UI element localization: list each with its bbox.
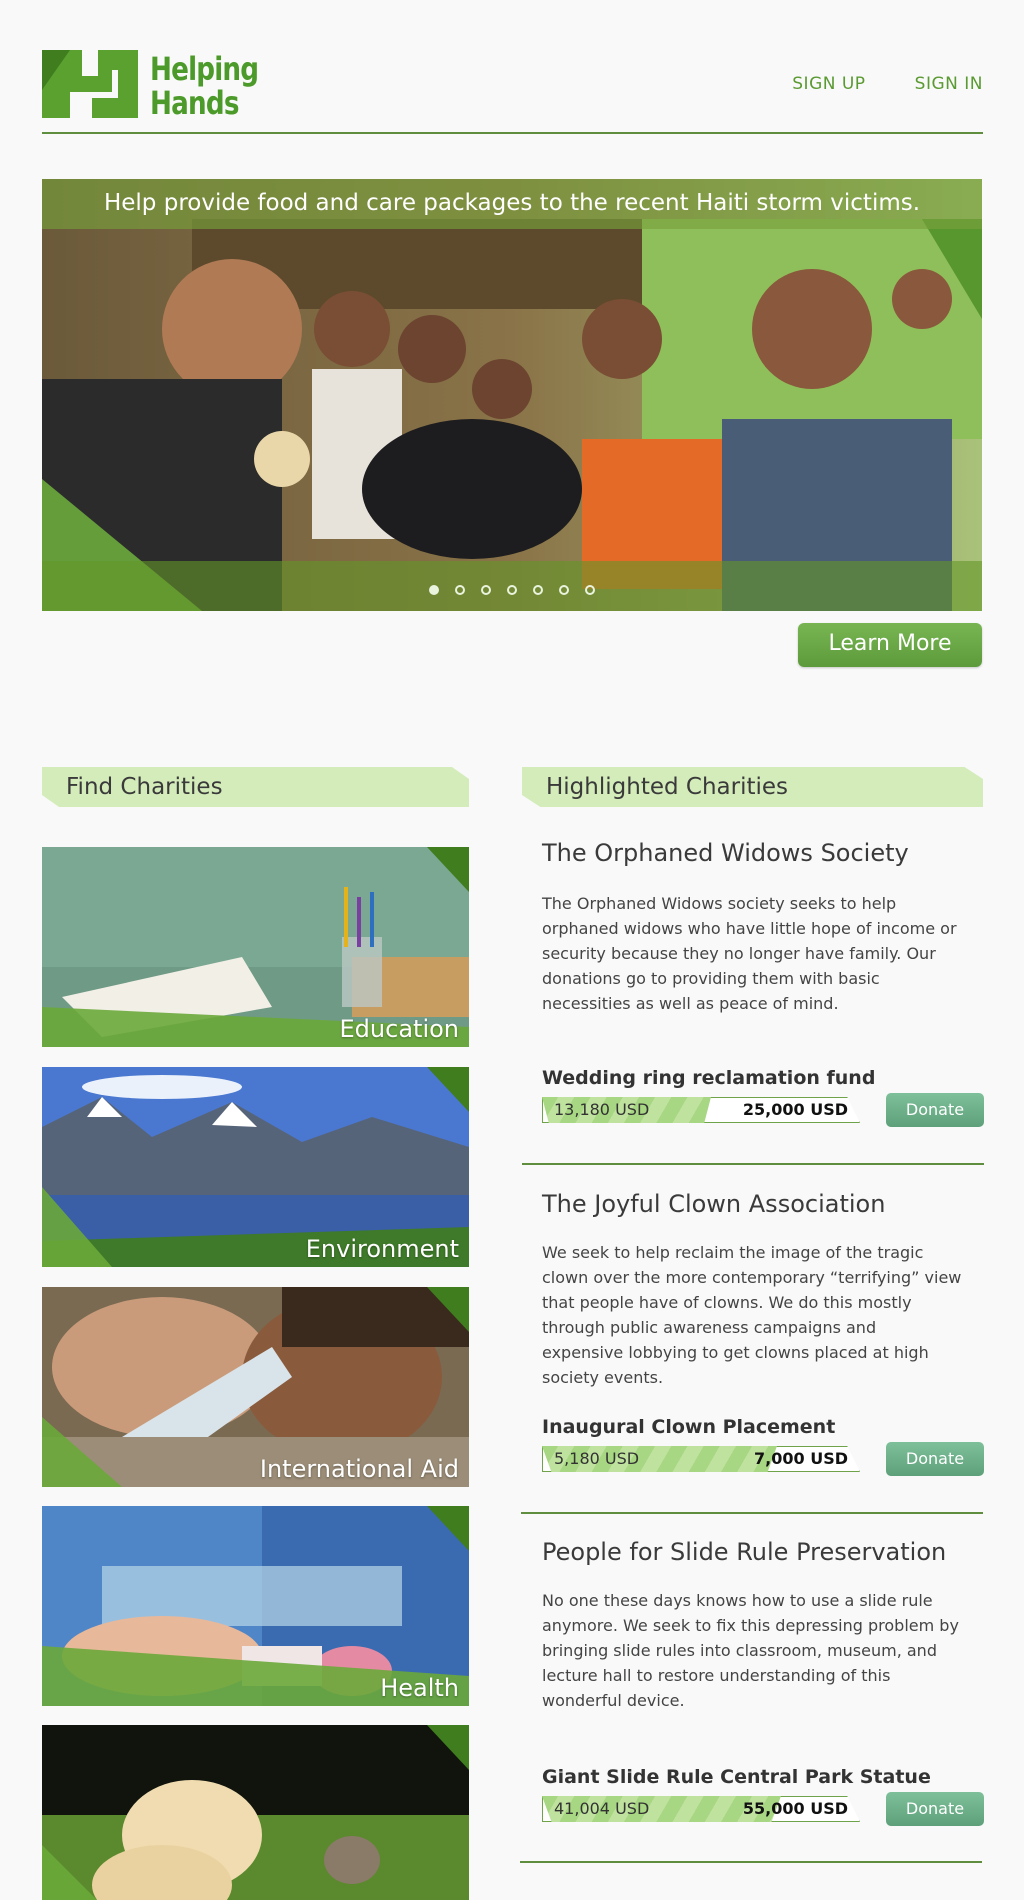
donate-button[interactable]: Donate — [886, 1442, 984, 1476]
carousel-dot[interactable] — [533, 585, 543, 595]
fund-name: Inaugural Clown Placement — [542, 1416, 836, 1438]
learn-more-button[interactable]: Learn More — [798, 623, 982, 667]
carousel-dot[interactable] — [559, 585, 569, 595]
fund-progress-bar: 41,004 USD 55,000 USD — [542, 1796, 860, 1822]
category-label: International Aid — [259, 1455, 459, 1483]
charity-description: The Orphaned Widows society seeks to hel… — [542, 894, 957, 1013]
category-label: Environment — [305, 1235, 459, 1263]
goal-amount: 25,000 USD — [742, 1100, 848, 1119]
category-tile-international-aid[interactable]: International Aid — [42, 1287, 469, 1487]
hero-carousel[interactable]: Help provide food and care packages to t… — [42, 179, 982, 611]
donate-button[interactable]: Donate — [886, 1792, 984, 1826]
charity-card: The Joyful Clown Association We seek to … — [522, 1186, 984, 1506]
logo-line-1: Helping — [150, 50, 259, 88]
logo[interactable]: Helping Hands — [42, 50, 259, 122]
charity-divider — [521, 1512, 983, 1514]
hero-caption: Help provide food and care packages to t… — [42, 179, 982, 229]
category-label: Education — [339, 1015, 459, 1043]
fund-progress-bar: 5,180 USD 7,000 USD — [542, 1446, 860, 1472]
hero-image — [42, 179, 982, 611]
carousel-dot[interactable] — [429, 585, 439, 595]
fund-progress-bar: 13,180 USD 25,000 USD — [542, 1097, 860, 1123]
category-label: Health — [380, 1674, 459, 1702]
donate-button[interactable]: Donate — [886, 1093, 984, 1127]
fund-name: Wedding ring reclamation fund — [542, 1067, 876, 1089]
raised-amount: 5,180 USD — [554, 1449, 640, 1468]
charity-card: People for Slide Rule Preservation No on… — [522, 1534, 984, 1854]
charity-title[interactable]: The Joyful Clown Association — [542, 1190, 885, 1218]
goal-amount: 7,000 USD — [754, 1449, 848, 1468]
charity-title[interactable]: People for Slide Rule Preservation — [542, 1538, 946, 1566]
charity-divider — [520, 1861, 982, 1863]
charity-description: We seek to help reclaim the image of the… — [542, 1243, 962, 1387]
site-header: Helping Hands SIGN UP SIGN IN — [42, 40, 983, 134]
goal-amount: 55,000 USD — [742, 1799, 848, 1818]
sign-in-link[interactable]: SIGN IN — [915, 74, 983, 94]
charity-card: The Orphaned Widows Society The Orphaned… — [522, 835, 984, 1165]
top-nav: SIGN UP SIGN IN — [748, 74, 983, 94]
charity-title[interactable]: The Orphaned Widows Society — [542, 839, 909, 867]
raised-amount: 13,180 USD — [554, 1100, 650, 1119]
category-tile-health[interactable]: Health — [42, 1506, 469, 1706]
carousel-dot[interactable] — [585, 585, 595, 595]
logo-text: Helping Hands — [150, 50, 259, 122]
carousel-dots — [42, 585, 982, 595]
carousel-dot[interactable] — [455, 585, 465, 595]
raised-amount: 41,004 USD — [554, 1799, 650, 1818]
fund-name: Giant Slide Rule Central Park Statue — [542, 1766, 931, 1788]
highlighted-charities-heading: Highlighted Charities — [522, 767, 983, 807]
category-tile-education[interactable]: Education — [42, 847, 469, 1047]
category-tile-environment[interactable]: Environment — [42, 1067, 469, 1267]
helping-hands-logo-icon — [42, 50, 138, 118]
logo-line-2: Hands — [150, 84, 239, 122]
carousel-dot[interactable] — [507, 585, 517, 595]
animals-image — [42, 1725, 469, 1900]
find-charities-heading: Find Charities — [42, 767, 469, 807]
carousel-dot[interactable] — [481, 585, 491, 595]
charity-description: No one these days knows how to use a sli… — [542, 1591, 959, 1710]
charity-divider — [522, 1163, 984, 1165]
page: Helping Hands SIGN UP SIGN IN Help provi… — [0, 0, 1024, 1900]
sign-up-link[interactable]: SIGN UP — [792, 74, 865, 94]
category-tile-animals[interactable] — [42, 1725, 469, 1900]
